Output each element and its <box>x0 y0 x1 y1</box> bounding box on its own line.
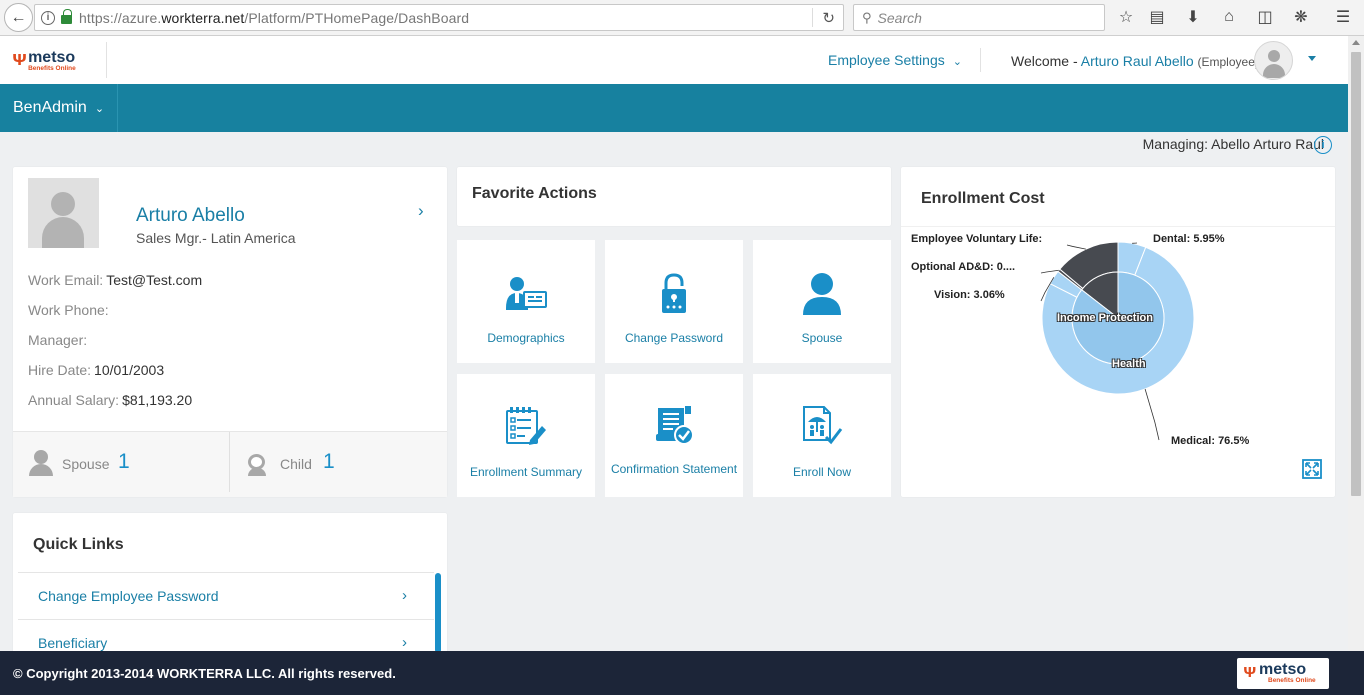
welcome-text: Welcome - Arturo Raul Abello (Employee) <box>1011 53 1259 69</box>
reading-list-icon[interactable]: ▤ <box>1147 7 1167 27</box>
chart-label-dental: Dental: 5.95% <box>1153 233 1225 245</box>
hamburger-menu-icon[interactable]: ☰ <box>1333 7 1353 27</box>
user-name[interactable]: Arturo Raul Abello <box>1081 53 1194 69</box>
info-icon[interactable]: i <box>1314 136 1332 154</box>
quick-links-scrollbar[interactable] <box>435 573 441 653</box>
address-bar[interactable]: i https://azure.workterra.net/Platform/P… <box>34 4 844 31</box>
expand-icon[interactable] <box>1302 459 1322 479</box>
padlock-icon <box>605 270 743 318</box>
tile-spouse[interactable]: Spouse <box>753 240 891 363</box>
manager-row: Manager: <box>28 332 88 348</box>
chevron-right-icon[interactable]: › <box>418 201 424 221</box>
chart-label-health: Health <box>1112 358 1146 370</box>
favorite-actions-header: Favorite Actions <box>457 167 891 226</box>
document-check-icon <box>605 402 743 450</box>
profile-name[interactable]: Arturo Abello <box>136 205 245 227</box>
star-bookmark-icon[interactable]: ☆ <box>1116 7 1136 27</box>
metso-logo[interactable]: ᴪ metso Benefits Online <box>12 48 76 73</box>
chevron-down-icon: ⌄ <box>952 56 962 68</box>
spouse-person-icon <box>29 450 53 476</box>
enrollment-cost-card: Enrollment Cost Employee Voluntary Life:… <box>901 167 1335 497</box>
id-card-person-icon <box>457 270 595 318</box>
app-header: ᴪ metso Benefits Online Employee Setting… <box>0 36 1348 84</box>
benadmin-menu[interactable]: BenAdmin ⌄ <box>0 84 118 132</box>
avatar[interactable] <box>1254 41 1293 80</box>
main-nav: BenAdmin ⌄ <box>0 84 1348 132</box>
scrollbar-thumb[interactable] <box>1351 52 1361 496</box>
work-phone-row: Work Phone: <box>28 302 109 318</box>
search-icon: ⚲ <box>862 9 872 25</box>
chevron-right-icon: › <box>402 587 407 604</box>
search-placeholder: Search <box>877 9 922 26</box>
work-email-row: Work Email: Test@Test.com <box>28 272 203 288</box>
profile-job-title: Sales Mgr.- Latin America <box>136 230 296 246</box>
tile-enroll-now[interactable]: Enroll Now <box>753 374 891 497</box>
leader-line-employee-voluntary-life <box>1066 244 1086 250</box>
managing-text: Managing: Abello Arturo Raul <box>1142 136 1324 152</box>
reload-icon[interactable]: ↻ <box>822 9 835 27</box>
quick-links-title: Quick Links <box>33 536 124 553</box>
favorite-actions-title: Favorite Actions <box>472 185 597 202</box>
footer-metso-logo: ᴪ metso Benefits Online <box>1237 658 1329 689</box>
dependents-strip: Spouse 1 Child 1 <box>13 431 447 497</box>
quick-link-change-employee-password[interactable]: Change Employee Password › <box>18 572 434 619</box>
quick-link-beneficiary[interactable]: Beneficiary › <box>18 619 434 653</box>
metso-mark-icon: ᴪ <box>12 48 28 70</box>
url-text[interactable]: https://azure.workterra.net/Platform/PTH… <box>79 10 469 26</box>
pocket-icon[interactable]: ◫ <box>1255 7 1275 27</box>
back-button[interactable]: ← <box>4 3 33 32</box>
annual-salary-row: Annual Salary: $81,193.20 <box>28 392 193 408</box>
chart-label-employee-voluntary-life: Employee Voluntary Life: <box>911 233 1043 245</box>
browser-toolbar: ← i https://azure.workterra.net/Platform… <box>0 0 1364 36</box>
child-label: Child <box>280 456 312 472</box>
chart-label-vision: Vision: 3.06% <box>934 289 1005 301</box>
tile-change-password[interactable]: Change Password <box>605 240 743 363</box>
employee-settings-menu[interactable]: Employee Settings ⌄ <box>828 52 962 68</box>
leader-line-optional-ad-d <box>1040 269 1059 274</box>
hire-date-row: Hire Date: 10/01/2003 <box>28 362 165 378</box>
browser-search[interactable]: ⚲ Search <box>853 4 1105 31</box>
spouse-count[interactable]: 1 <box>118 450 130 474</box>
lock-icon <box>61 9 72 24</box>
back-arrow-icon: ← <box>10 8 27 26</box>
chart-label-income-protection: Income Protection <box>1057 312 1153 324</box>
person-icon <box>753 270 891 318</box>
home-icon[interactable]: ⌂ <box>1219 7 1239 27</box>
copyright-text: © Copyright 2013-2014 WORKTERRA LLC. All… <box>13 666 396 681</box>
document-umbrella-check-icon <box>753 402 891 450</box>
download-icon[interactable]: ⬇ <box>1183 7 1203 27</box>
enrollment-cost-title: Enrollment Cost <box>921 190 1045 207</box>
info-icon[interactable]: i <box>41 10 55 25</box>
chevron-right-icon: › <box>402 634 407 651</box>
child-count[interactable]: 1 <box>323 450 335 474</box>
chart-label-optional-add: Optional AD&D: 0.... <box>911 261 1016 273</box>
leader-line-medical <box>1144 388 1160 441</box>
metso-mark-icon: ᴪ <box>1243 661 1257 681</box>
scroll-up-icon[interactable] <box>1352 40 1360 45</box>
quick-links-card: Quick Links Change Employee Password › B… <box>13 513 447 653</box>
tile-enrollment-summary[interactable]: Enrollment Summary <box>457 374 595 497</box>
chart-label-medical: Medical: 76.5% <box>1171 435 1250 447</box>
tile-confirmation-statement[interactable]: Confirmation Statement <box>605 374 743 497</box>
tile-demographics[interactable]: Demographics <box>457 240 595 363</box>
profile-photo <box>28 178 99 248</box>
checklist-form-icon <box>457 402 595 450</box>
chevron-down-icon: ⌄ <box>94 102 105 115</box>
child-person-icon <box>246 450 268 476</box>
user-menu-caret-icon[interactable] <box>1308 56 1316 61</box>
extension-icon[interactable]: ❋ <box>1291 7 1311 27</box>
profile-card: Arturo Abello Sales Mgr.- Latin America … <box>13 167 447 497</box>
footer: © Copyright 2013-2014 WORKTERRA LLC. All… <box>0 651 1364 695</box>
spouse-label: Spouse <box>62 456 110 472</box>
